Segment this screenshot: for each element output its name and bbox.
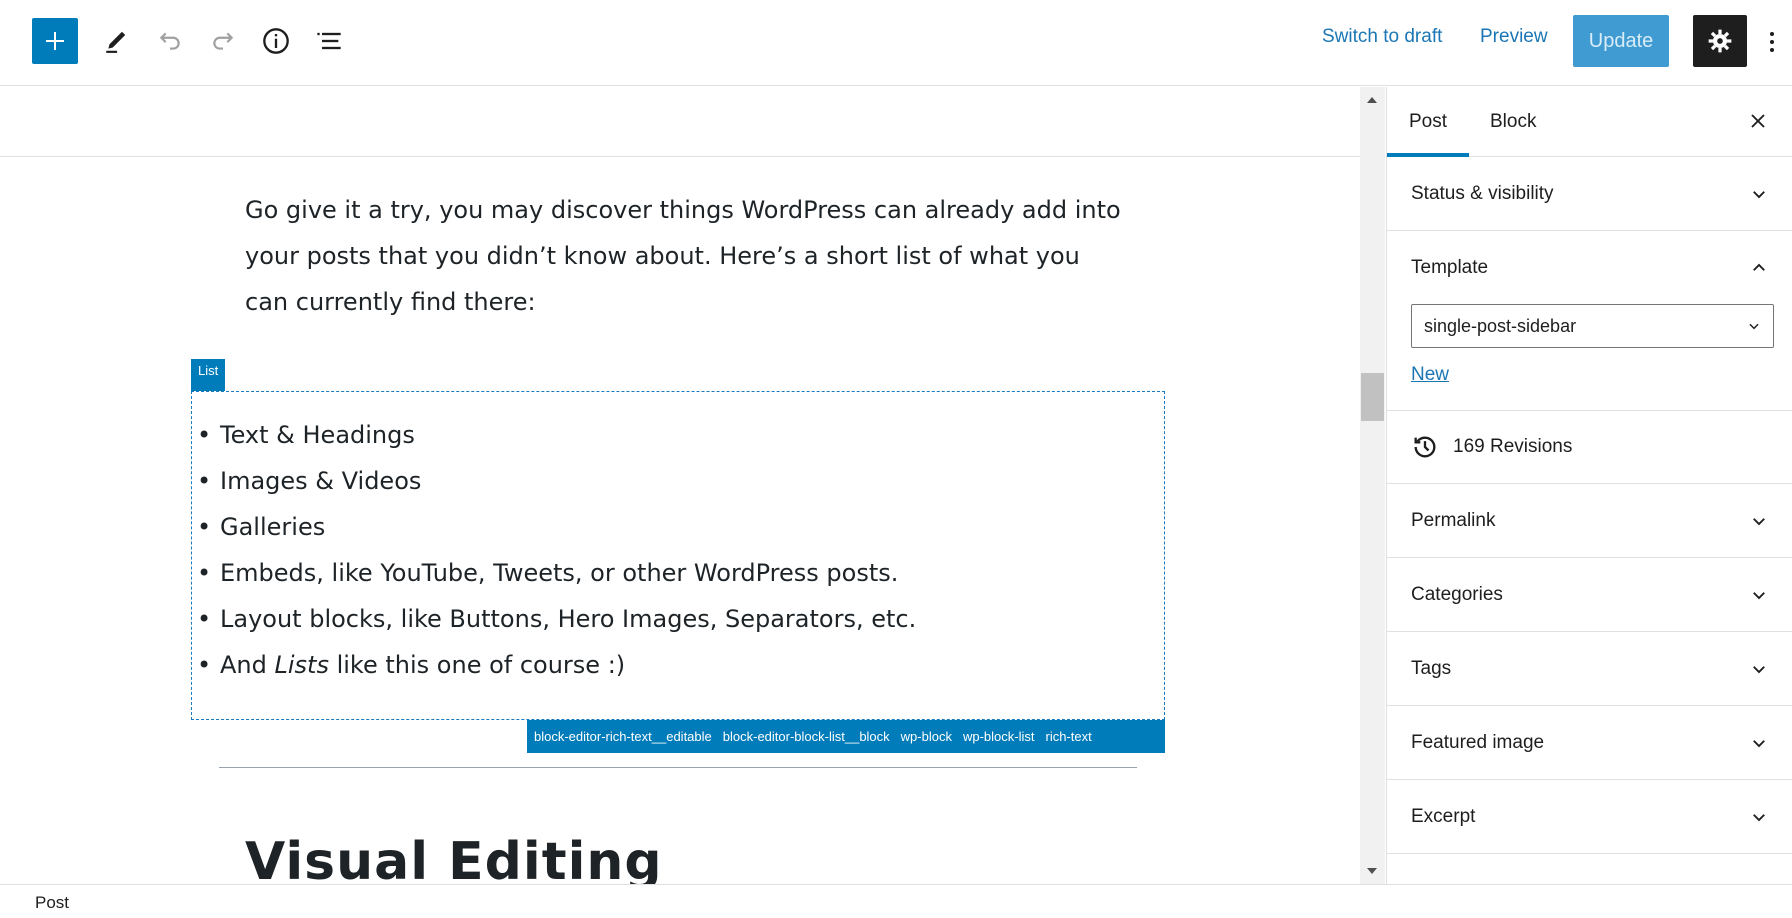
panel-title: Status & visibility: [1411, 182, 1554, 204]
list-item[interactable]: Images & Videos: [192, 458, 1164, 504]
class-name-tag: block-editor-block-list__block: [722, 729, 890, 744]
chevron-down-icon: [1753, 665, 1765, 673]
details-button[interactable]: [254, 19, 298, 63]
list-view-icon: [317, 32, 341, 50]
scroll-up-arrow-icon[interactable]: [1367, 97, 1377, 103]
top-toolbar: Switch to draft Preview Update: [0, 0, 1792, 86]
gear-icon: [1708, 29, 1732, 53]
more-options-button[interactable]: [1758, 20, 1786, 64]
update-button[interactable]: Update: [1573, 15, 1669, 67]
tools-button[interactable]: [94, 19, 138, 63]
list-item-emphasis: Lists: [274, 651, 329, 679]
add-block-button[interactable]: [32, 18, 78, 64]
scroll-thumb[interactable]: [1361, 373, 1384, 421]
class-name-tag: rich-text: [1045, 729, 1092, 744]
panel-title: Tags: [1411, 657, 1452, 679]
panel-categories[interactable]: Categories: [1387, 558, 1792, 632]
panel-title: Excerpt: [1411, 805, 1476, 827]
panel-title: Categories: [1411, 583, 1503, 605]
chevron-down-icon: [1753, 739, 1765, 747]
editor-canvas[interactable]: Go give it a try, you may discover thing…: [0, 87, 1360, 884]
undo-button[interactable]: [148, 19, 192, 63]
list-item[interactable]: And Lists like this one of course :): [192, 642, 1164, 688]
panel-permalink[interactable]: Permalink: [1387, 484, 1792, 558]
panel-status-visibility[interactable]: Status & visibility: [1387, 157, 1792, 231]
post-title-area[interactable]: [0, 87, 1360, 157]
editor-scrollbar[interactable]: [1360, 87, 1385, 884]
panel-revisions[interactable]: 169 Revisions: [1387, 411, 1792, 484]
close-icon: [1751, 114, 1765, 128]
revisions-link: 169 Revisions: [1453, 436, 1573, 457]
tab-post[interactable]: Post: [1387, 87, 1470, 157]
settings-button[interactable]: [1693, 15, 1747, 67]
preview-button[interactable]: Preview: [1480, 26, 1548, 48]
sidebar-tabs: Post Block: [1387, 87, 1792, 157]
panel-excerpt[interactable]: Excerpt: [1387, 780, 1792, 854]
list-item-text: And: [220, 651, 275, 679]
block-class-names-bar: block-editor-rich-text__editable block-e…: [527, 720, 1165, 753]
template-select-value: single-post-sidebar: [1424, 315, 1577, 336]
switch-to-draft-button[interactable]: Switch to draft: [1322, 26, 1442, 48]
panel-template: Template single-post-sidebar New: [1387, 231, 1792, 411]
scroll-down-arrow-icon[interactable]: [1367, 868, 1377, 874]
list-block[interactable]: Text & Headings Images & Videos Gallerie…: [191, 391, 1165, 720]
list-view-button[interactable]: [307, 19, 351, 63]
settings-sidebar: Post Block Status & visibility Template …: [1386, 87, 1792, 884]
close-sidebar-button[interactable]: [1744, 107, 1772, 135]
class-name-tag: block-editor-rich-text__editable: [534, 729, 712, 744]
info-icon: [263, 28, 289, 54]
block-breadcrumb-footer: Post: [0, 884, 1792, 918]
panel-title: Featured image: [1411, 731, 1545, 753]
more-vertical-icon: [1770, 32, 1774, 52]
new-template-link[interactable]: New: [1411, 364, 1449, 386]
separator-block[interactable]: [219, 767, 1137, 768]
list-item[interactable]: Embeds, like YouTube, Tweets, or other W…: [192, 550, 1164, 596]
chevron-up-icon: [1753, 263, 1765, 271]
pencil-icon: [106, 31, 126, 53]
panel-tags[interactable]: Tags: [1387, 632, 1792, 706]
plus-icon: [46, 32, 64, 50]
chevron-down-icon: [1753, 591, 1765, 599]
chevron-down-icon: [1749, 323, 1759, 330]
class-name-tag: wp-block-list: [962, 729, 1035, 744]
panel-title: Template: [1411, 256, 1489, 278]
class-name-tag: wp-block: [900, 729, 952, 744]
list-item[interactable]: Layout blocks, like Buttons, Hero Images…: [192, 596, 1164, 642]
chevron-down-icon: [1753, 190, 1765, 198]
chevron-down-icon: [1753, 517, 1765, 525]
undo-icon: [159, 32, 180, 50]
tab-block[interactable]: Block: [1468, 87, 1558, 157]
panel-title: Permalink: [1411, 509, 1496, 531]
redo-icon: [213, 32, 234, 50]
block-type-label: List: [191, 359, 226, 391]
list-item[interactable]: Text & Headings: [192, 412, 1164, 458]
template-select[interactable]: single-post-sidebar: [1411, 304, 1774, 348]
heading-block[interactable]: Visual Editing: [245, 832, 663, 884]
panel-featured-image[interactable]: Featured image: [1387, 706, 1792, 780]
paragraph-block[interactable]: Go give it a try, you may discover thing…: [245, 187, 1125, 325]
chevron-down-icon: [1753, 813, 1765, 821]
panel-template-toggle[interactable]: Template: [1387, 231, 1792, 304]
breadcrumb-post[interactable]: Post: [35, 893, 69, 913]
list-item[interactable]: Galleries: [192, 504, 1164, 550]
redo-button[interactable]: [201, 19, 245, 63]
list-item-text: like this one of course :): [328, 651, 626, 679]
history-icon: [1411, 433, 1439, 461]
